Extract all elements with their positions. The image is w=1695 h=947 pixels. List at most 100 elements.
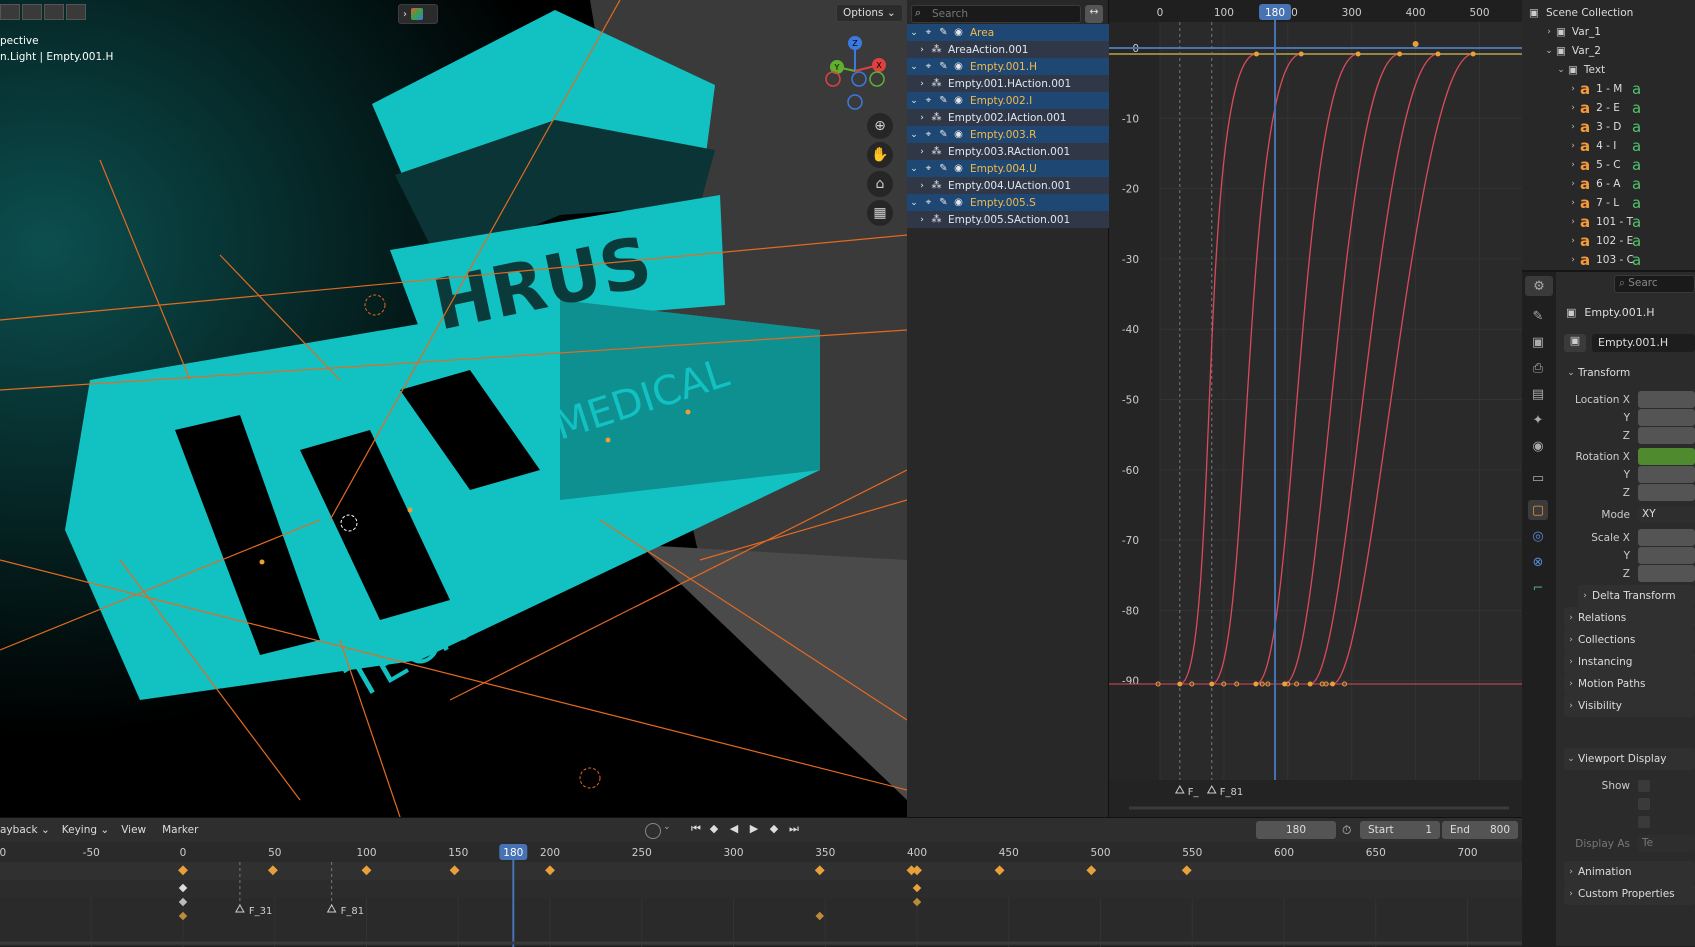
delta-transform-header[interactable]: › Delta Transform [1578,585,1695,607]
chevron-right-icon[interactable]: › [1568,160,1578,170]
tool-icon[interactable]: ✎ [1528,306,1548,326]
playback-menu[interactable]: ayback ⌄ [0,824,50,836]
channel-action-row[interactable]: › ⁂ AreaAction.001 [907,41,1109,58]
chevron-down-icon[interactable]: ⌄ [663,822,671,832]
shading-selector[interactable]: › [398,4,438,24]
outliner-text-object[interactable]: › a 103 - Ca [1522,250,1695,269]
chevron-right-icon[interactable]: › [915,147,929,157]
chevron-right-icon[interactable]: › [1568,198,1578,208]
location-x-field[interactable] [1638,391,1695,408]
marker-menu[interactable]: Marker [162,824,198,836]
outliner-collection[interactable]: › ▣ Var_1 [1522,22,1695,41]
collection-icon[interactable]: ▭ [1528,468,1548,488]
jump-end-icon[interactable]: ⏭ [786,822,802,838]
scale-y-row[interactable]: Y [1556,546,1695,565]
editor-type-icon[interactable]: ⚙ [1525,276,1553,296]
text-data-icon[interactable]: a [1632,99,1641,117]
world-icon[interactable]: ◉ [1528,436,1548,456]
pin-icon[interactable]: ✎ [936,61,951,72]
text-data-icon[interactable]: a [1632,118,1641,136]
keyframe-point[interactable] [1397,51,1403,57]
transform-panel-header[interactable]: ⌄ Transform [1564,362,1695,384]
keyframe-point[interactable] [1435,51,1441,57]
keyframe-point[interactable] [1330,681,1336,687]
options-dropdown[interactable]: Options ⌄ [836,4,903,22]
text-data-icon[interactable]: a [1632,80,1641,98]
show-checkbox-2[interactable] [1638,797,1650,810]
properties-tabs[interactable]: ⚙ ✎ ▣ ⎙ ▤ ✦ ◉ ▭ ▢ ◎ ⊗ ⌐ [1522,272,1556,946]
keyframe-diamond[interactable] [912,897,922,907]
visibility-eye-icon[interactable]: ◉ [951,95,966,106]
location-y-row[interactable]: Y [1556,408,1695,427]
show-checkbox-3[interactable] [1638,815,1650,828]
chevron-right-icon[interactable]: › [1568,236,1578,246]
keyframe-point[interactable] [1253,51,1259,57]
channel-action-row[interactable]: › ⁂ Empty.001.HAction.001 [907,75,1109,92]
keyframe-point[interactable] [1177,681,1183,687]
scale-y-field[interactable] [1638,547,1695,564]
chevron-down-icon[interactable]: ⌄ [907,130,921,140]
keyframe-point[interactable] [1355,51,1361,57]
scene-icon[interactable]: ✦ [1528,410,1548,430]
keyframe-point[interactable] [1209,681,1215,687]
scale-x-row[interactable]: Scale X [1556,528,1695,547]
show-row-3[interactable] [1556,812,1695,831]
visibility-eye-icon[interactable]: ◉ [951,129,966,140]
outliner-text-object[interactable]: › a 6 - Aa [1522,174,1695,193]
outliner-text-object[interactable]: › a 7 - La [1522,193,1695,212]
datablock-selector[interactable]: ▣ Empty.001.H [1564,333,1695,353]
channel-object-row[interactable]: ⌄ ⌖ ✎ ◉ Empty.003.R [907,126,1109,143]
keyframe-point[interactable] [1307,681,1313,687]
rotation-x-field-keyed[interactable] [1638,448,1695,465]
physics-icon[interactable]: ◎ [1528,526,1548,546]
panel-header-relations[interactable]: › Relations [1564,607,1695,629]
panel-header-visibility[interactable]: › Visibility [1564,695,1695,717]
keyframe-point[interactable] [1412,41,1419,47]
custom-properties-header[interactable]: › Custom Properties [1564,883,1695,905]
camera-view-icon[interactable]: ⌂ [867,171,893,197]
visibility-eye-icon[interactable]: ◉ [951,61,966,72]
text-data-icon[interactable]: a [1632,156,1641,174]
channel-action-row[interactable]: › ⁂ Empty.002.IAction.001 [907,109,1109,126]
outliner-text-object[interactable]: › a 4 - Ia [1522,136,1695,155]
rotation-x-row[interactable]: Rotation X [1556,447,1695,466]
chevron-right-icon[interactable]: › [1568,141,1578,151]
auto-keying-record-icon[interactable] [645,823,661,839]
visibility-eye-icon[interactable]: ◉ [951,27,966,38]
object-properties-icon[interactable]: ▢ [1528,500,1548,520]
jump-start-icon[interactable]: ⏮ [688,822,704,838]
navigation-gizmo[interactable]: Z X Y [815,35,895,115]
constraints-icon[interactable]: ⊗ [1528,552,1548,572]
channel-object-row[interactable]: ⌄ ⌖ ✎ ◉ Area [907,24,1109,41]
outliner-text-object[interactable]: › a 3 - Da [1522,117,1695,136]
stopwatch-icon[interactable]: ⏱ [1342,823,1351,838]
marker-triangle-icon[interactable] [235,903,245,913]
pin-icon[interactable]: ✎ [936,197,951,208]
view-layer-icon[interactable]: ▤ [1528,384,1548,404]
chevron-right-icon[interactable]: › [1568,179,1578,189]
keyframe-point[interactable] [1298,51,1304,57]
viewport-display-header[interactable]: ⌄ Viewport Display [1564,748,1695,770]
keyframe-point[interactable] [1470,51,1476,57]
outliner-collection[interactable]: ⌄ ▣ Text [1522,60,1695,79]
visibility-eye-icon[interactable]: ◉ [951,197,966,208]
rotation-y-row[interactable]: Y [1556,465,1695,484]
outliner-text-object[interactable]: › a 2 - Ea [1522,98,1695,117]
outliner-text-object[interactable]: › a 102 - Ea [1522,231,1695,250]
pin-icon[interactable]: ✎ [936,129,951,140]
properties-search[interactable]: ⌕ Searc [1614,275,1695,293]
grid-perspective-icon[interactable]: ▦ [867,200,893,226]
current-frame-field[interactable]: 180 [1256,821,1336,839]
graph-editor[interactable]: 0-10-20-30-40-50-60-70-80-90010020030040… [1109,0,1522,817]
view-menu[interactable]: View [121,824,146,836]
keyframe-diamond[interactable] [815,911,824,921]
chevron-right-icon[interactable]: › [1544,27,1554,37]
chevron-right-icon[interactable]: › [1568,103,1578,113]
chevron-down-icon[interactable]: ⌄ [907,28,921,38]
display-as-row[interactable]: Display As Te [1556,834,1695,853]
chevron-right-icon[interactable]: › [1568,122,1578,132]
text-data-icon[interactable]: a [1632,137,1641,155]
rotation-mode-row[interactable]: Mode XY [1556,505,1695,524]
chevron-right-icon[interactable]: › [915,45,929,55]
outliner-text-object[interactable]: › a 1 - Ma [1522,79,1695,98]
